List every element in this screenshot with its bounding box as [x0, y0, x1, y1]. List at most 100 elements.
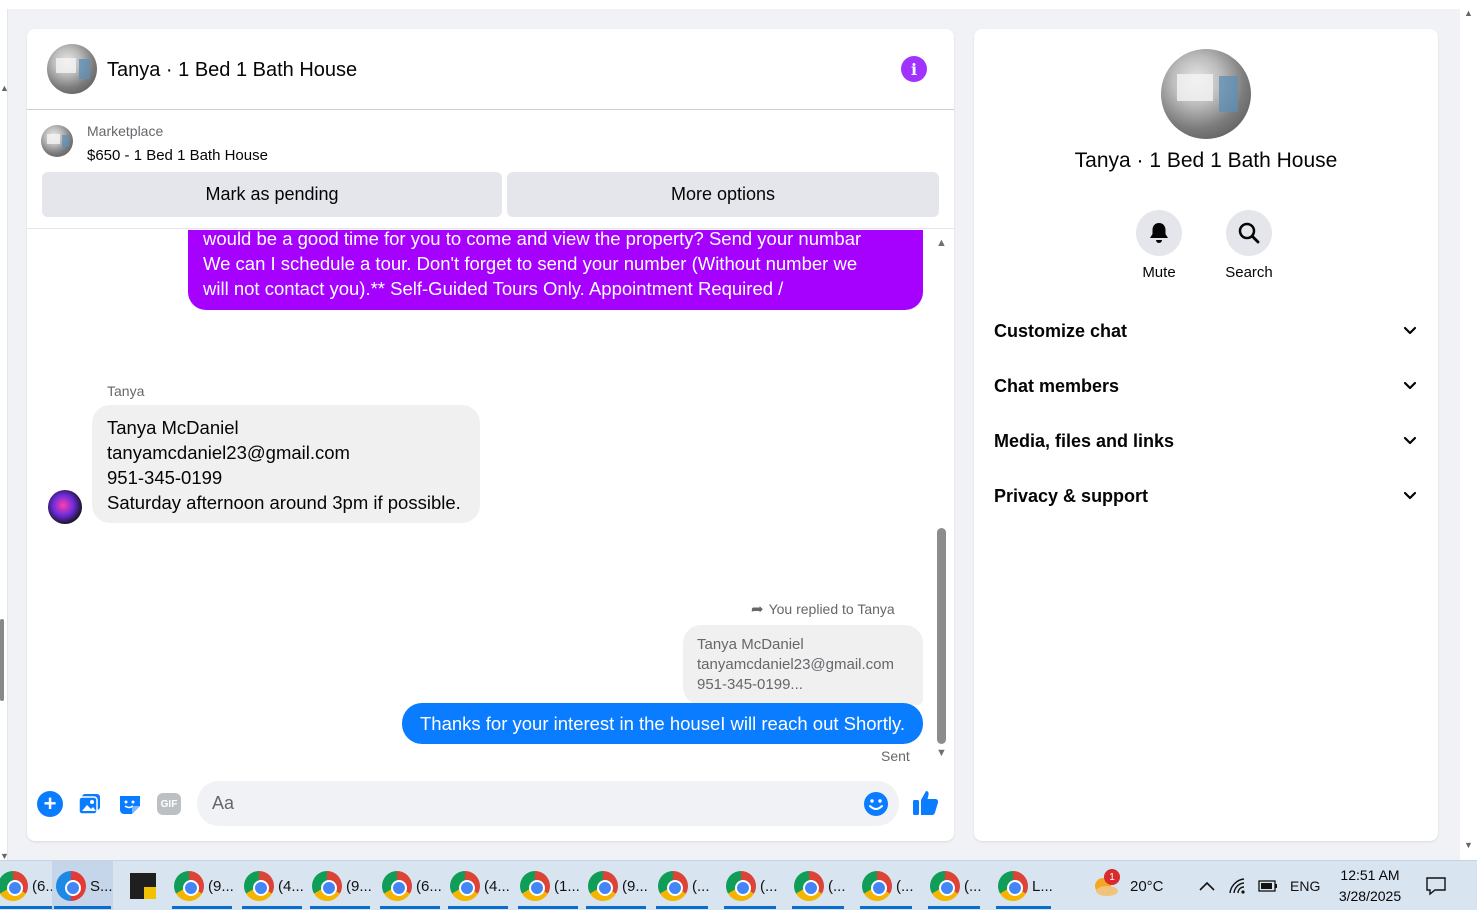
active-indicator	[586, 906, 646, 909]
reply-note-text: You replied to Tanya	[768, 601, 895, 617]
customize-chat-row[interactable]: Customize chat	[994, 311, 1418, 351]
thumbs-up-icon[interactable]	[911, 788, 941, 818]
listing-thumbnail[interactable]	[41, 125, 73, 157]
chrome-icon	[520, 871, 550, 901]
media-files-links-row[interactable]: Media, files and links	[994, 421, 1418, 461]
snipping-tool-icon	[56, 871, 86, 901]
wifi-icon[interactable]	[1228, 861, 1248, 910]
taskbar-item-label: S...	[90, 877, 113, 895]
emoji-icon[interactable]	[863, 791, 889, 817]
conversation-avatar[interactable]	[47, 44, 97, 94]
notification-center-icon[interactable]	[1425, 861, 1447, 910]
active-indicator	[860, 906, 912, 909]
temperature-label: 20°C	[1130, 877, 1164, 895]
active-indicator	[0, 906, 56, 909]
chrome-icon	[998, 871, 1028, 901]
sender-avatar[interactable]	[48, 490, 82, 524]
taskbar-item[interactable]: (4...	[446, 861, 510, 910]
chrome-icon	[312, 871, 342, 901]
taskbar-item[interactable]: (4...	[240, 861, 304, 910]
taskbar-item[interactable]: L...	[994, 861, 1053, 910]
reply-arrow-icon: ➦	[751, 601, 764, 618]
marketplace-listing: Marketplace $650 - 1 Bed 1 Bath House Ma…	[27, 111, 954, 229]
listing-title[interactable]: $650 - 1 Bed 1 Bath House	[87, 147, 268, 164]
scroll-down-icon[interactable]: ▼	[936, 747, 947, 759]
message-composer: + GIF	[27, 777, 954, 841]
taskbar-item[interactable]: (6...	[0, 861, 58, 910]
search-label: Search	[1225, 264, 1273, 281]
info-panel-title: Tanya · 1 Bed 1 Bath House	[1074, 149, 1338, 172]
quoted-line: tanyamcdaniel23@gmail.com	[697, 656, 894, 673]
outgoing-reply-bubble[interactable]: Thanks for your interest in the houseI w…	[402, 703, 923, 744]
active-indicator	[54, 906, 111, 909]
taskbar-item-label: (9...	[208, 877, 234, 895]
photo-icon[interactable]	[77, 791, 103, 817]
scroll-down-icon[interactable]: ▼	[1464, 840, 1473, 850]
clock-time: 12:51 AM	[1340, 867, 1400, 883]
taskbar-item-label: (1...	[554, 877, 580, 895]
message-line: 951-345-0199	[107, 467, 223, 488]
scroll-up-icon[interactable]: ▲	[1464, 8, 1473, 18]
taskbar-item[interactable]: S...	[52, 861, 113, 910]
sender-name: Tanya	[107, 383, 145, 399]
taskbar-item[interactable]: (...	[858, 861, 914, 910]
message-line: We can I schedule a tour. Don't forget t…	[203, 253, 858, 274]
mute-button[interactable]: Mute	[1124, 210, 1194, 281]
message-line: Saturday afternoon around 3pm if possibl…	[107, 492, 461, 513]
system-clock[interactable]: 12:51 AM 3/28/2025	[1330, 865, 1410, 907]
chevron-down-icon	[1403, 436, 1417, 445]
language-indicator[interactable]: ENG	[1290, 861, 1320, 910]
sticky-notes-icon	[130, 873, 156, 899]
taskbar-item[interactable]: (...	[790, 861, 846, 910]
chevron-down-icon	[1403, 326, 1417, 335]
outgoing-message-bubble[interactable]: would be a good time for you to come and…	[188, 230, 923, 310]
taskbar-item[interactable]: (...	[926, 861, 982, 910]
chevron-up-icon[interactable]	[1198, 861, 1216, 910]
privacy-support-row[interactable]: Privacy & support	[994, 476, 1418, 516]
scroll-up-icon[interactable]: ▲	[936, 237, 947, 249]
taskbar-item-label: (4...	[278, 877, 304, 895]
taskbar-item[interactable]: (9...	[308, 861, 372, 910]
active-indicator	[242, 906, 302, 909]
message-input[interactable]	[197, 781, 899, 826]
left-scroll-thumb[interactable]	[0, 619, 4, 701]
taskbar-item-label: (...	[692, 877, 710, 895]
chrome-icon	[794, 871, 824, 901]
info-icon[interactable]: i	[901, 56, 927, 82]
page-scrollbar[interactable]: ▲ ▼	[1460, 0, 1477, 860]
active-indicator	[518, 906, 578, 909]
quoted-message[interactable]: Tanya McDaniel tanyamcdaniel23@gmail.com…	[683, 625, 923, 705]
battery-icon[interactable]	[1258, 861, 1278, 910]
taskbar-item[interactable]: (6...	[378, 861, 442, 910]
taskbar-item-label: L...	[1032, 877, 1053, 895]
taskbar-item[interactable]: (9...	[584, 861, 648, 910]
scroll-thumb[interactable]	[937, 528, 946, 744]
sticker-icon[interactable]	[117, 791, 143, 817]
search-icon	[1226, 210, 1272, 256]
chrome-icon	[658, 871, 688, 901]
taskbar-item[interactable]: (...	[654, 861, 710, 910]
conversation-info-panel: Tanya · 1 Bed 1 Bath House Mute Search C…	[974, 29, 1438, 841]
weather-widget[interactable]: 20°C	[1090, 861, 1164, 910]
plus-icon[interactable]: +	[37, 791, 63, 817]
active-indicator	[996, 906, 1051, 909]
mark-as-pending-button[interactable]: Mark as pending	[42, 172, 502, 217]
message-list: would be a good time for you to come and…	[27, 230, 954, 776]
conversation-title[interactable]: Tanya · 1 Bed 1 Bath House	[107, 59, 357, 82]
gif-icon[interactable]: GIF	[157, 793, 181, 815]
incoming-message-bubble[interactable]: Tanya McDaniel tanyamcdaniel23@gmail.com…	[92, 405, 480, 523]
taskbar-item[interactable]: (...	[722, 861, 778, 910]
quoted-line: 951-345-0199...	[697, 676, 803, 693]
more-options-button[interactable]: More options	[507, 172, 939, 217]
active-indicator	[928, 906, 980, 909]
taskbar-item[interactable]: (9...	[170, 861, 234, 910]
message-line: would be a good time for you to come and…	[203, 230, 862, 249]
chat-members-row[interactable]: Chat members	[994, 366, 1418, 406]
taskbar-item[interactable]: (1...	[516, 861, 580, 910]
taskbar-item[interactable]	[126, 861, 156, 910]
chrome-icon	[244, 871, 274, 901]
profile-avatar[interactable]	[1161, 49, 1251, 139]
message-scrollbar[interactable]: ▲ ▼	[936, 237, 948, 762]
clock-date: 3/28/2025	[1338, 888, 1402, 904]
search-button[interactable]: Search	[1214, 210, 1284, 281]
